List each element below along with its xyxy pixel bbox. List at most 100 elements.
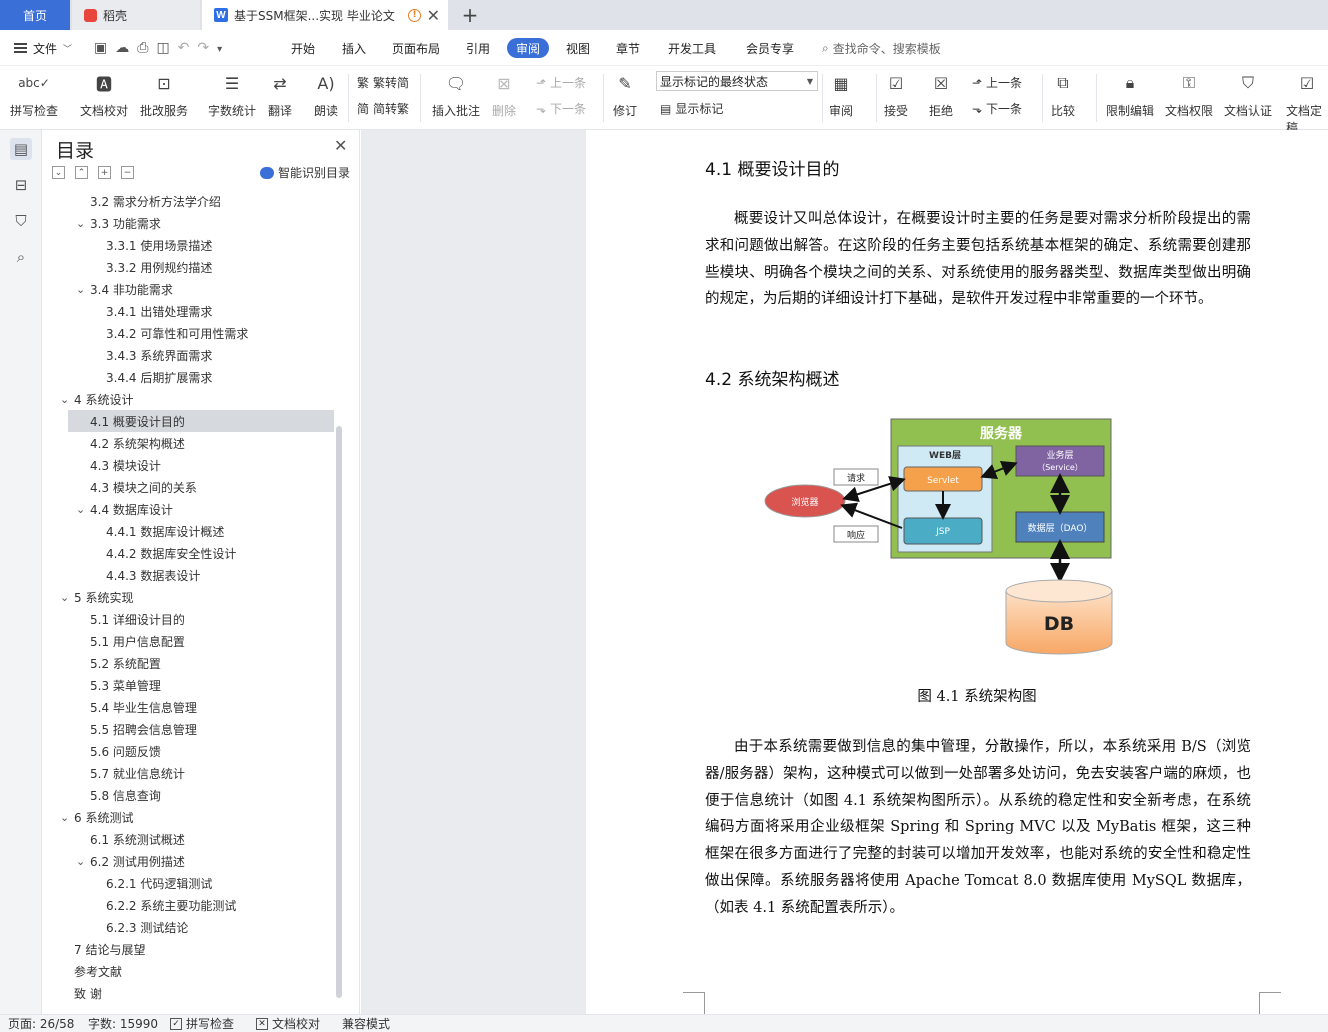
add-heading-icon[interactable]: +: [98, 166, 111, 179]
toc-item[interactable]: 5.1 用户信息配置: [42, 630, 334, 652]
toc-item[interactable]: 4.4.1 数据库设计概述: [42, 520, 334, 542]
menu-tab-view[interactable]: 视图: [566, 30, 590, 66]
read-aloud-button[interactable]: A) 朗读: [313, 70, 339, 119]
toc-item[interactable]: 致 谢: [42, 982, 334, 1004]
toc-item[interactable]: 3.4.1 出错处理需求: [42, 300, 334, 322]
toc-item[interactable]: ⌄ 4 系统设计: [42, 388, 334, 410]
toc-panel-icon[interactable]: ▤: [10, 138, 32, 160]
toc-item[interactable]: 4.4.2 数据库安全性设计: [42, 542, 334, 564]
prev-comment-button[interactable]: ⬏ 上一条: [536, 74, 586, 91]
toc-item[interactable]: ⌄ 3.3 功能需求: [42, 212, 334, 234]
toc-item[interactable]: 4.3 模块之间的关系: [42, 476, 334, 498]
expand-toggle-icon[interactable]: ⌄: [60, 591, 69, 604]
show-markup-button[interactable]: ▤ 显示标记: [660, 100, 723, 117]
batch-service-button[interactable]: ⊡ 批改服务: [140, 70, 188, 119]
menu-tab-review[interactable]: 审阅: [507, 38, 550, 58]
spell-check-button[interactable]: abc✓ 拼写检查: [10, 70, 58, 119]
doc-final-button[interactable]: ☑ 文档定稿: [1286, 70, 1328, 136]
toc-item[interactable]: 参考文献: [42, 960, 334, 982]
word-count-indicator[interactable]: 字数: 15990: [88, 1015, 158, 1032]
toc-item[interactable]: 3.2 需求分析方法学介绍: [42, 190, 334, 212]
toc-item[interactable]: 3.4.2 可靠性和可用性需求: [42, 322, 334, 344]
toc-item[interactable]: ⌄ 5 系统实现: [42, 586, 334, 608]
page-indicator[interactable]: 页面: 26/58: [8, 1015, 74, 1032]
menu-tab-layout[interactable]: 页面布局: [392, 30, 440, 66]
toc-item[interactable]: 6.2.2 系统主要功能测试: [42, 894, 334, 916]
word-count-button[interactable]: ☰ 字数统计: [208, 70, 256, 119]
expand-toggle-icon[interactable]: ⌄: [76, 283, 85, 296]
print-icon[interactable]: ⎙: [137, 40, 148, 56]
menu-tab-insert[interactable]: 插入: [342, 30, 366, 66]
accept-button[interactable]: ☑ 接受: [883, 70, 909, 119]
toc-item[interactable]: 4.4.3 数据表设计: [42, 564, 334, 586]
tab-home[interactable]: 首页: [0, 0, 70, 30]
customize-icon[interactable]: ▾: [217, 44, 222, 55]
toc-item[interactable]: 3.3.1 使用场景描述: [42, 234, 334, 256]
toc-item[interactable]: 6.1 系统测试概述: [42, 828, 334, 850]
doc-permission-button[interactable]: ⚿ 文档权限: [1165, 70, 1213, 119]
expand-toggle-icon[interactable]: ⌄: [76, 503, 85, 516]
toc-item[interactable]: 5.1 详细设计目的: [42, 608, 334, 630]
toc-item[interactable]: ⌄ 6.2 测试用例描述: [42, 850, 334, 872]
status-doc-proof[interactable]: ✕ 文档校对: [256, 1015, 320, 1032]
file-menu[interactable]: 文件 ﹀: [14, 30, 72, 66]
cloud-icon[interactable]: ☁: [115, 40, 129, 56]
toc-item[interactable]: 5.5 招聘会信息管理: [42, 718, 334, 740]
translate-button[interactable]: ⇄ 翻译: [267, 70, 293, 119]
tab-docer[interactable]: 稻壳: [72, 0, 200, 30]
doc-auth-button[interactable]: ⛉ 文档认证: [1224, 70, 1272, 119]
toc-item[interactable]: 4.1 概要设计目的: [68, 410, 334, 432]
search-icon[interactable]: ⌕: [10, 246, 32, 268]
remove-heading-icon[interactable]: −: [121, 166, 134, 179]
toc-item[interactable]: 3.4.4 后期扩展需求: [42, 366, 334, 388]
toc-item[interactable]: 4.3 模块设计: [42, 454, 334, 476]
new-tab-button[interactable]: +: [458, 0, 482, 30]
toc-item[interactable]: 5.2 系统配置: [42, 652, 334, 674]
close-icon[interactable]: ✕: [427, 6, 440, 25]
toc-item[interactable]: 5.6 问题反馈: [42, 740, 334, 762]
compare-button[interactable]: ⧉ 比较: [1050, 70, 1076, 119]
next-change-button[interactable]: ⬎ 下一条: [972, 100, 1022, 117]
menu-tab-member[interactable]: 会员专享: [746, 30, 794, 66]
command-search[interactable]: ⌕ 查找命令、搜索模板: [822, 30, 941, 66]
close-icon[interactable]: ✕: [334, 136, 347, 155]
toc-item[interactable]: 3.3.2 用例规约描述: [42, 256, 334, 278]
toc-item[interactable]: 5.3 菜单管理: [42, 674, 334, 696]
insert-comment-button[interactable]: 🗨 插入批注: [432, 70, 480, 119]
expand-toggle-icon[interactable]: ⌄: [60, 811, 69, 824]
toc-item[interactable]: 7 结论与展望: [42, 938, 334, 960]
track-changes-button[interactable]: ✎ 修订: [612, 70, 638, 119]
menu-tab-developer[interactable]: 开发工具: [668, 30, 716, 66]
bookmark-icon[interactable]: ⛉: [10, 210, 32, 232]
menu-tab-chapter[interactable]: 章节: [616, 30, 640, 66]
markup-display-select[interactable]: 显示标记的最终状态 ▼: [656, 71, 818, 91]
undo-icon[interactable]: ↶: [178, 40, 190, 56]
prev-change-button[interactable]: ⬏ 上一条: [972, 74, 1022, 91]
toc-item[interactable]: 5.7 就业信息统计: [42, 762, 334, 784]
tab-document[interactable]: W 基于SSM框架...实现 毕业论文 ! ✕: [202, 0, 448, 30]
delete-comment-button[interactable]: ⊠ 删除: [491, 70, 517, 119]
expand-toggle-icon[interactable]: ⌄: [76, 855, 85, 868]
expand-up-icon[interactable]: ⌃: [75, 166, 88, 179]
next-comment-button[interactable]: ⬎ 下一条: [536, 100, 586, 117]
toc-item[interactable]: 5.4 毕业生信息管理: [42, 696, 334, 718]
toc-scrollbar[interactable]: [336, 426, 342, 998]
review-pane-button[interactable]: ▦ 审阅: [828, 70, 854, 119]
redo-icon[interactable]: ↷: [197, 40, 209, 56]
toc-item[interactable]: ⌄ 4.4 数据库设计: [42, 498, 334, 520]
restrict-edit-button[interactable]: 🔒︎ 限制编辑: [1106, 70, 1154, 119]
toc-item[interactable]: 6.2.3 测试结论: [42, 916, 334, 938]
reject-button[interactable]: ☒ 拒绝: [928, 70, 954, 119]
save-icon[interactable]: ▣: [94, 40, 107, 56]
chapter-icon[interactable]: ⊟: [10, 174, 32, 196]
toc-item[interactable]: 5.8 信息查询: [42, 784, 334, 806]
menu-tab-start[interactable]: 开始: [291, 30, 315, 66]
status-spell-check[interactable]: ✓ 拼写检查: [170, 1015, 234, 1032]
expand-toggle-icon[interactable]: ⌄: [60, 393, 69, 406]
toc-item[interactable]: 6.2.1 代码逻辑测试: [42, 872, 334, 894]
toc-item[interactable]: ⌄ 6 系统测试: [42, 806, 334, 828]
to-simplified-button[interactable]: 繁繁转简: [357, 74, 409, 91]
toc-item[interactable]: ⌄ 3.4 非功能需求: [42, 278, 334, 300]
toc-item[interactable]: 3.4.3 系统界面需求: [42, 344, 334, 366]
collapse-all-icon[interactable]: ⌄: [52, 166, 65, 179]
